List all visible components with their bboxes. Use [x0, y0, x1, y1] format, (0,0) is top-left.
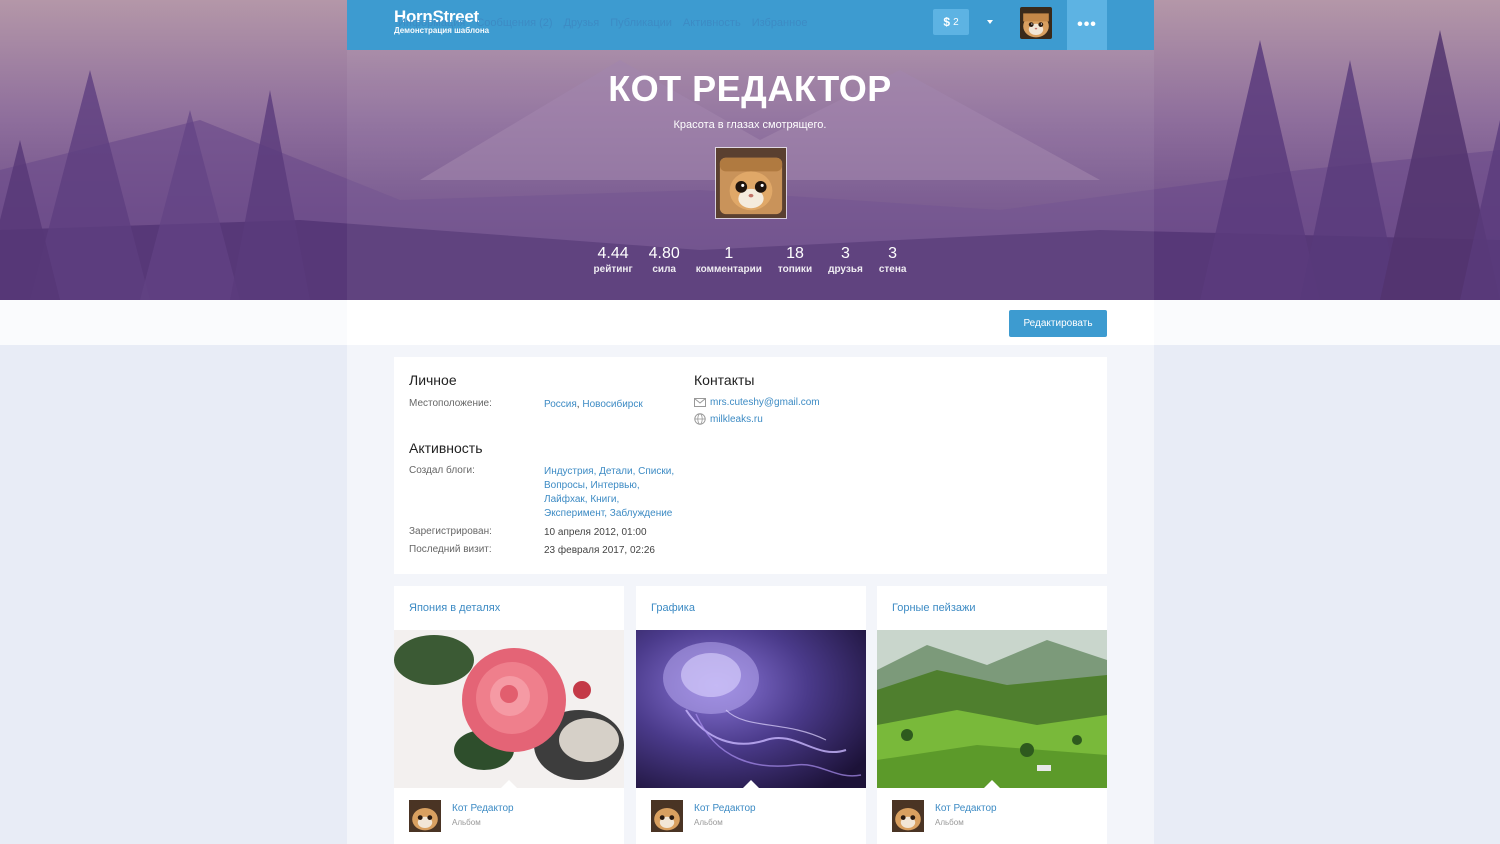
- location-country-link[interactable]: Россия: [544, 399, 577, 410]
- blogs-list[interactable]: Индустрия, Детали, Списки, Вопросы, Инте…: [544, 465, 674, 521]
- wallet-button[interactable]: $ 2: [933, 9, 969, 35]
- email-link[interactable]: mrs.cuteshy@gmail.com: [710, 397, 820, 408]
- album-author-link[interactable]: Кот Редактор: [452, 803, 514, 814]
- stat-value: 1: [724, 245, 734, 262]
- stat-label: рейтинг: [593, 264, 633, 275]
- dollar-icon: $: [943, 15, 951, 29]
- tab-favorites[interactable]: Избранное: [748, 0, 812, 45]
- profile-info-card: Личное Местоположение: Россия, Новосибир…: [394, 357, 1107, 574]
- profile-tabs: Информация Сообщения (2) Друзья Публикац…: [394, 0, 814, 45]
- album-author-avatar[interactable]: [651, 800, 683, 832]
- personal-section-title: Личное: [409, 372, 457, 388]
- contact-website[interactable]: milkleaks.ru: [694, 413, 763, 425]
- more-menu-button[interactable]: •••: [1067, 0, 1107, 50]
- album-card[interactable]: Горные пейзажи Кот Редактор Альбом: [877, 586, 1107, 844]
- album-card[interactable]: Графика Кот Редактор Альбом: [636, 586, 866, 844]
- stat-comments[interactable]: 1 комментарии: [688, 244, 770, 276]
- album-author-avatar[interactable]: [892, 800, 924, 832]
- album-title[interactable]: Япония в деталях: [409, 602, 500, 614]
- wallet-count: 2: [953, 16, 959, 28]
- album-notch: [501, 780, 517, 788]
- cat-avatar-image: [1020, 7, 1052, 39]
- album-cover-image: [636, 630, 866, 788]
- globe-icon: [694, 413, 706, 425]
- stat-friends[interactable]: 3 друзья: [820, 244, 871, 276]
- stat-label: сила: [652, 264, 676, 275]
- registered-label: Зарегистрирован:: [409, 526, 492, 537]
- stat-value: 3: [888, 245, 898, 262]
- album-type: Альбом: [694, 818, 723, 827]
- album-cover-image: [877, 630, 1107, 788]
- stat-value: 18: [786, 245, 804, 262]
- profile-name: КОТ РЕДАКТОР: [608, 68, 892, 109]
- album-author-avatar[interactable]: [409, 800, 441, 832]
- album-notch: [984, 780, 1000, 788]
- blogs-line[interactable]: Эксперимент, Заблуждение: [544, 507, 674, 521]
- tab-info[interactable]: Информация: [394, 0, 470, 45]
- album-author-link[interactable]: Кот Редактор: [694, 803, 756, 814]
- album-cover-mountains[interactable]: [877, 630, 1107, 788]
- chevron-down-icon[interactable]: [985, 18, 997, 28]
- stat-rating[interactable]: 4.44 рейтинг: [586, 244, 641, 276]
- blogs-label: Создал блоги:: [409, 465, 475, 476]
- stat-label: комментарии: [695, 264, 762, 275]
- contacts-section-title: Контакты: [694, 372, 755, 388]
- stat-label: топики: [777, 264, 813, 275]
- stat-topics[interactable]: 18 топики: [770, 244, 820, 276]
- tab-messages[interactable]: Сообщения (2): [472, 0, 556, 45]
- album-notch: [743, 780, 759, 788]
- tab-publications[interactable]: Публикации: [606, 0, 676, 45]
- profile-stats: 4.44 рейтинг 4.80 сила 1 комментарии 18 …: [0, 244, 1500, 276]
- mail-icon: [694, 398, 706, 407]
- website-link[interactable]: milkleaks.ru: [710, 414, 763, 425]
- album-author-link[interactable]: Кот Редактор: [935, 803, 997, 814]
- cat-avatar-image: [409, 800, 441, 832]
- album-type: Альбом: [935, 818, 964, 827]
- cat-avatar-image: [892, 800, 924, 832]
- blogs-line[interactable]: Вопросы, Интервью,: [544, 479, 674, 493]
- album-title[interactable]: Горные пейзажи: [892, 602, 976, 614]
- stat-power[interactable]: 4.80 сила: [641, 244, 688, 276]
- profile-tabbar: [0, 300, 1500, 345]
- album-cover-image: [394, 630, 624, 788]
- stat-label: друзья: [828, 264, 863, 275]
- stat-wall[interactable]: 3 стена: [871, 244, 915, 276]
- tab-friends[interactable]: Друзья: [560, 0, 604, 45]
- album-type: Альбом: [452, 818, 481, 827]
- contact-email[interactable]: mrs.cuteshy@gmail.com: [694, 397, 820, 408]
- album-title[interactable]: Графика: [651, 602, 695, 614]
- cat-avatar-image: [651, 800, 683, 832]
- activity-section-title: Активность: [409, 440, 483, 456]
- blogs-line[interactable]: Лайфхак, Книги,: [544, 493, 674, 507]
- stat-value: 4.44: [597, 245, 629, 262]
- cat-avatar-image: [716, 148, 786, 218]
- profile-avatar: [715, 147, 787, 219]
- profile-status: Красота в глазах смотрящего.: [673, 119, 827, 131]
- stat-value: 3: [841, 245, 850, 262]
- last-visit-value: 23 февраля 2017, 02:26: [544, 545, 655, 556]
- last-visit-label: Последний визит:: [409, 544, 492, 555]
- edit-profile-button[interactable]: Редактировать: [1009, 310, 1107, 337]
- album-cover-jellyfish[interactable]: [636, 630, 866, 788]
- location-label: Местоположение:: [409, 398, 492, 409]
- album-cover-flower[interactable]: [394, 630, 624, 788]
- album-card[interactable]: Япония в деталях Кот Редактор Альбом: [394, 586, 624, 844]
- blogs-line[interactable]: Индустрия, Детали, Списки,: [544, 465, 674, 479]
- location-value: Россия, Новосибирск: [544, 399, 643, 410]
- registered-value: 10 апреля 2012, 01:00: [544, 527, 647, 538]
- stat-label: стена: [878, 264, 907, 275]
- tab-activity[interactable]: Активность: [679, 0, 745, 45]
- user-avatar[interactable]: [1020, 7, 1052, 39]
- stat-value: 4.80: [648, 245, 680, 262]
- location-city-link[interactable]: Новосибирск: [582, 399, 642, 410]
